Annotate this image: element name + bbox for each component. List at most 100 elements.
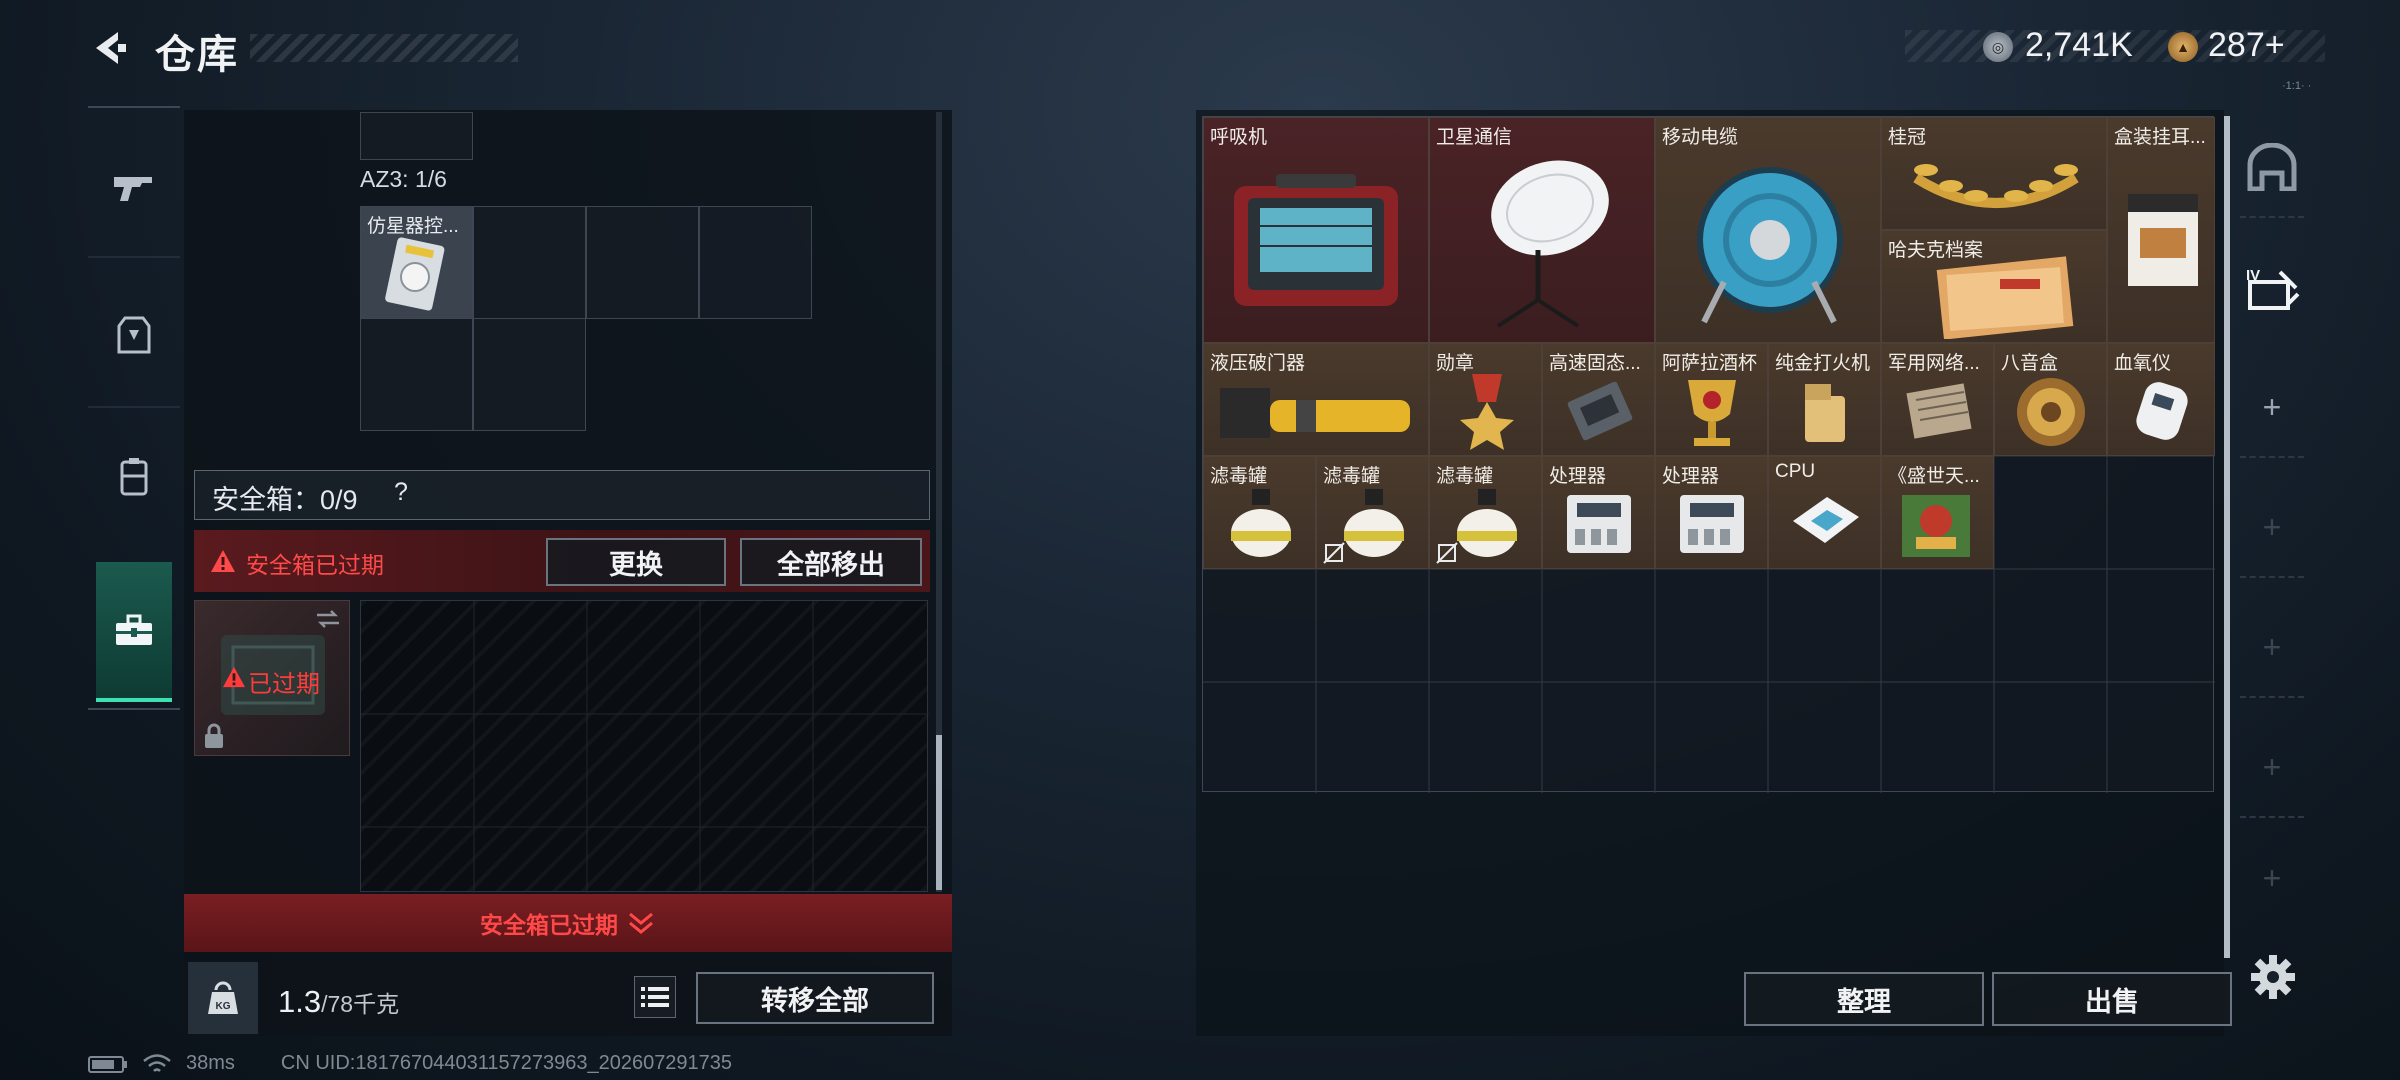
processor-module-icon (1567, 495, 1631, 553)
medal-icon (1460, 374, 1514, 450)
settings-button[interactable] (2248, 952, 2298, 1002)
item-ventilator[interactable]: 呼吸机 (1203, 117, 1429, 343)
item-laurel[interactable]: 桂冠 (1881, 117, 2107, 230)
sell-button[interactable]: 出售 (1992, 972, 2232, 1026)
gun-icon (114, 177, 152, 201)
ssd-icon (1567, 381, 1633, 441)
grid-cell[interactable] (473, 318, 586, 431)
list-icon (641, 987, 669, 1007)
nav-safebox[interactable] (96, 562, 172, 702)
item-filter-canister[interactable]: 滤毒罐 (1316, 456, 1429, 569)
swap-icon (317, 610, 339, 628)
title-decoration (250, 34, 518, 62)
processor-module-icon (1680, 495, 1744, 553)
tab-add-5[interactable]: + (2240, 828, 2304, 928)
back-arrow-icon (96, 32, 126, 64)
cpu-chip-icon (1793, 497, 1859, 543)
tab-add-2[interactable]: + (2240, 478, 2304, 578)
item-asara-goblet[interactable]: 阿萨拉酒杯 (1655, 343, 1768, 456)
warehouse-tabs: IV + + + + + (2240, 118, 2304, 918)
plus-icon: + (2262, 628, 2282, 665)
uid-text: CN UID:181767044031157273963_20260729173… (280, 1052, 733, 1074)
item-name: 勋章 (1436, 353, 1475, 374)
item-ssd[interactable]: 高速固态... (1542, 343, 1655, 456)
help-icon[interactable]: ? (394, 478, 408, 507)
item-name: 卫星通信 (1436, 127, 1513, 148)
collapse-text: 安全箱已过期 (480, 912, 618, 938)
book-icon (1902, 495, 1970, 557)
sort-button[interactable]: 整理 (1744, 972, 1984, 1026)
item-military-network[interactable]: 军用网络... (1881, 343, 1994, 456)
item-processor[interactable]: 处理器 (1542, 456, 1655, 569)
nav-backpack[interactable] (96, 426, 172, 526)
tab-add-1[interactable]: + (2240, 358, 2304, 458)
item-name: 纯金打火机 (1775, 353, 1871, 374)
item-hydraulic-breacher[interactable]: 液压破门器 (1203, 343, 1429, 456)
expired-message: 安全箱已过期 (246, 552, 384, 578)
item-filter-canister[interactable]: 滤毒罐 (1203, 456, 1316, 569)
lock-icon (205, 723, 223, 748)
filter-canister-icon (1457, 489, 1517, 557)
item-medal[interactable]: 勋章 (1429, 343, 1542, 456)
music-box-icon (2017, 378, 2085, 446)
left-category-nav (88, 106, 180, 710)
collection-crate-icon: IV (2246, 267, 2300, 310)
item-music-box[interactable]: 八音盒 (1994, 343, 2107, 456)
item-gold-lighter[interactable]: 纯金打火机 (1768, 343, 1881, 456)
filter-canister-icon (1344, 489, 1404, 557)
tab-collection[interactable]: IV (2240, 238, 2304, 338)
item-book[interactable]: 《盛世天... (1881, 456, 1994, 569)
item-oximeter[interactable]: 血氧仪 (2107, 343, 2215, 456)
tab-warehouse-main[interactable] (2240, 118, 2304, 218)
grid-cell[interactable] (699, 206, 812, 319)
double-chevron-down-icon (629, 912, 653, 934)
tab-add-4[interactable]: + (2240, 718, 2304, 818)
safebox-expired-collapse[interactable]: 安全箱已过期 (184, 894, 952, 952)
coffee-box-icon (2128, 194, 2198, 286)
grid-cell[interactable] (473, 206, 586, 319)
back-button[interactable] (88, 26, 132, 70)
item-processor[interactable]: 处理器 (1655, 456, 1768, 569)
nav-armor[interactable] (96, 286, 172, 386)
item-name: 仿星器控... (367, 216, 459, 237)
item-name: 血氧仪 (2114, 353, 2172, 374)
item-name: 滤毒罐 (1323, 466, 1381, 487)
grid-cell[interactable] (360, 112, 473, 160)
left-scroll-thumb[interactable] (936, 735, 942, 890)
weight-icon-box: KG (188, 962, 258, 1034)
replace-button[interactable]: 更换 (546, 538, 726, 586)
filter-canister-icon (1231, 489, 1291, 557)
safebox-grid-lines (361, 601, 929, 893)
weight-readout: 1.3/78千克 (278, 984, 399, 1020)
grid-cell[interactable] (360, 318, 473, 431)
transfer-all-button[interactable]: 转移全部 (696, 972, 934, 1024)
item-name: CPU (1775, 461, 1816, 482)
move-all-out-button[interactable]: 全部移出 (740, 538, 922, 586)
az3-item-slot[interactable]: 仿星器控... (360, 206, 473, 319)
goblet-icon (1688, 380, 1736, 446)
item-name: 军用网络... (1888, 353, 1980, 374)
item-name: 盒装挂耳... (2114, 127, 2206, 148)
item-hafk-archive[interactable]: 哈夫克档案 (1881, 230, 2107, 343)
not-insured-icon (1323, 542, 1345, 564)
warehouse-building-icon (2247, 143, 2297, 191)
item-satellite-comm[interactable]: 卫星通信 (1429, 117, 1655, 343)
item-mobile-cable[interactable]: 移动电缆 (1655, 117, 1881, 343)
gold-balance[interactable]: 287+ (2208, 26, 2285, 65)
nav-weapons[interactable] (96, 138, 172, 238)
item-filter-canister[interactable]: 滤毒罐 (1429, 456, 1542, 569)
ping-text: 38ms (186, 1052, 235, 1074)
az3-capacity-label: AZ3: 1/6 (360, 166, 447, 192)
page-title: 仓库 (155, 33, 239, 77)
warehouse-scrollbar[interactable] (2224, 116, 2230, 958)
list-view-button[interactable] (634, 976, 676, 1018)
warning-icon (223, 666, 245, 688)
item-name: 处理器 (1549, 466, 1607, 487)
item-cpu[interactable]: CPU (1768, 456, 1881, 569)
grid-cell[interactable] (586, 206, 699, 319)
hydraulic-breacher-icon (1220, 388, 1410, 438)
cable-reel-icon (1697, 167, 1843, 324)
item-boxed-earbuds[interactable]: 盒装挂耳... (2107, 117, 2215, 343)
tab-add-3[interactable]: + (2240, 598, 2304, 698)
item-name: 滤毒罐 (1436, 466, 1494, 487)
